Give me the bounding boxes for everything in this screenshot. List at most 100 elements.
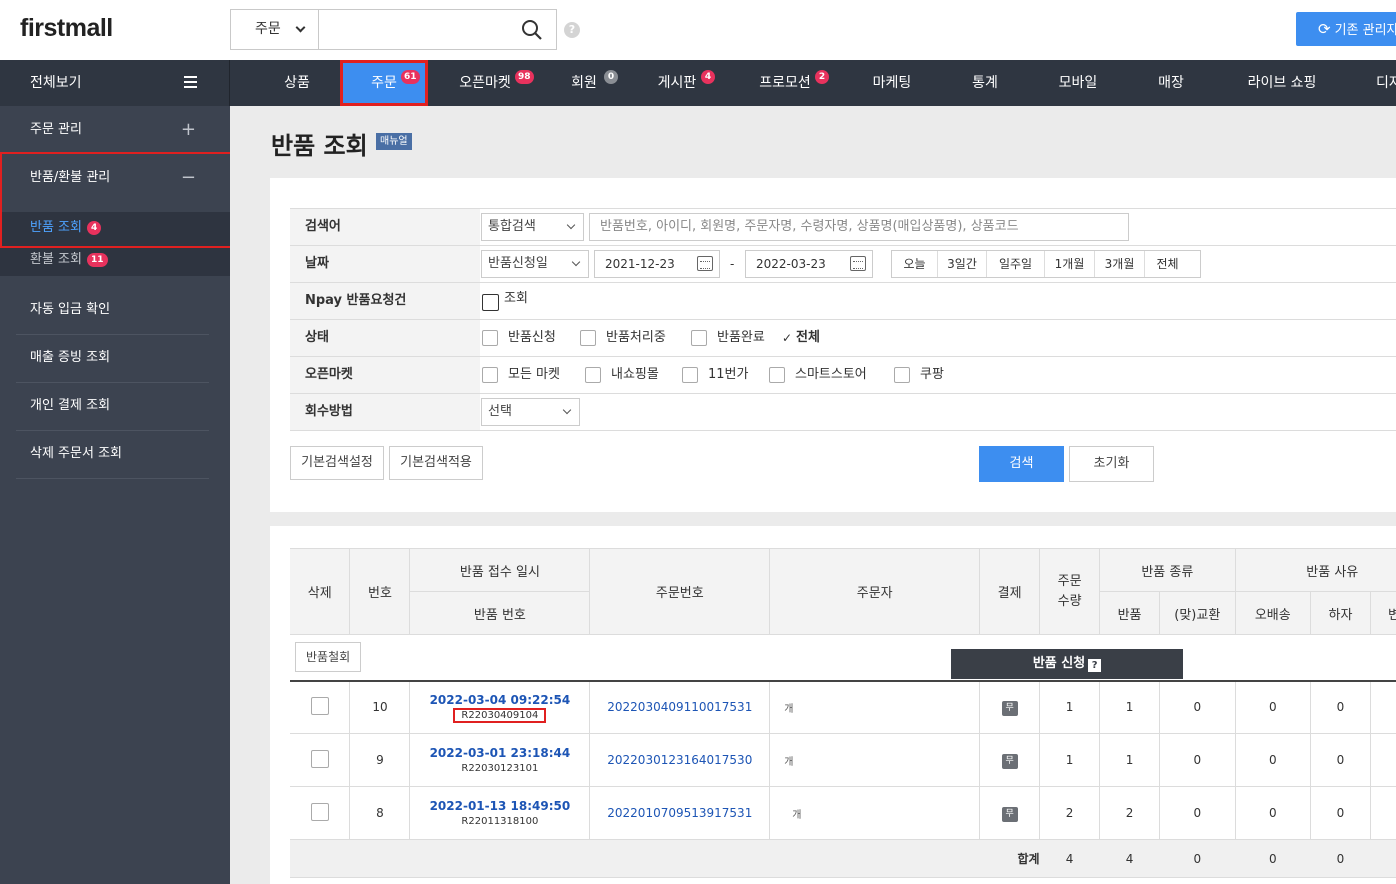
nav-badge: 61 [401, 70, 420, 84]
default-search-apply-button[interactable]: 기본검색적용 [389, 446, 483, 480]
order-number-link[interactable]: 2022030123164017530 [607, 753, 752, 767]
status-processing-checkbox[interactable] [580, 330, 596, 346]
withdraw-return-button[interactable]: 반품철회 [295, 642, 362, 672]
row-reason-wrong: 0 [1234, 786, 1311, 840]
keyword-type-select[interactable]: 통합검색 [481, 213, 584, 241]
row-checkbox[interactable] [310, 749, 329, 768]
date-from-input[interactable]: 2021-12-23 [594, 250, 720, 278]
search-scope-label: 주문 [255, 21, 281, 37]
method-select[interactable]: 선택 [481, 398, 580, 426]
status-done-checkbox[interactable] [691, 330, 707, 346]
return-datetime-link[interactable]: 2022-03-04 09:22:54 [410, 693, 589, 707]
nav-item-promotion[interactable]: 프로모션 2 [754, 60, 829, 106]
range-3months-button[interactable]: 3개월 [1094, 251, 1144, 277]
orderer-name[interactable]: 개 [784, 700, 793, 715]
range-1month-button[interactable]: 1개월 [1044, 251, 1094, 277]
keyword-type-value: 통합검색 [488, 219, 536, 234]
table-total-row: 합계 4 4 0 0 0 4 [290, 839, 1396, 878]
sidebar-item-personal-payment[interactable]: 개인 결제 조회 [0, 382, 230, 430]
default-search-setting-button[interactable]: 기본검색설정 [290, 446, 384, 480]
row-qty: 1 [1039, 733, 1100, 787]
switch-legacy-admin-button[interactable]: ⟳ 기존 관리자 [1296, 12, 1396, 46]
total-qty: 4 [1039, 839, 1100, 878]
search-scope-select[interactable]: 주문 [231, 10, 319, 49]
calendar-icon[interactable] [850, 256, 866, 271]
nav-all-label: 전체보기 [30, 75, 82, 91]
main-nav: 전체보기 상품 주문 61 오픈마켓 98 회원 0 게시판 4 프로모션 2 마케팅 통… [0, 60, 1396, 106]
market-option-label: 스마트스토어 [795, 367, 867, 382]
logo[interactable]: firstmall [20, 14, 113, 43]
sidebar-item-label: 매출 증빙 조회 [30, 350, 111, 365]
page-title: 반품 조회 [271, 132, 368, 160]
orderer-name[interactable]: 개 [792, 806, 801, 821]
market-coupang-checkbox[interactable] [894, 367, 910, 383]
main-content: 반품 조회 매뉴얼 검색어 통합검색 반품번호, 아이디, 회원명, 주문자명,… [230, 106, 1396, 884]
orderer-name[interactable]: 개 [784, 753, 793, 768]
reset-button[interactable]: 초기화 [1069, 446, 1154, 482]
market-option-label: 11번가 [708, 367, 749, 382]
date-type-select[interactable]: 반품신청일 [481, 250, 589, 278]
market-myshop-checkbox[interactable] [585, 367, 601, 383]
search-input[interactable] [321, 11, 511, 48]
return-datetime-link[interactable]: 2022-01-13 18:49:50 [410, 799, 589, 813]
nav-item-orders[interactable]: 주문 61 [340, 60, 428, 106]
row-reason-change: 1 [1369, 680, 1396, 734]
col-header-orderer: 주문자 [769, 548, 981, 635]
manual-link[interactable]: 매뉴얼 [376, 133, 412, 150]
order-number-link[interactable]: 2022010709513917531 [607, 806, 752, 820]
row-no: 8 [349, 786, 410, 840]
refresh-icon: ⟳ [1318, 20, 1331, 38]
date-to-input[interactable]: 2022-03-23 [745, 250, 873, 278]
sidebar-item-sales-evidence[interactable]: 매출 증빙 조회 [0, 334, 230, 382]
nav-item-members[interactable]: 회원 0 [562, 60, 618, 106]
check-icon[interactable]: ✓ [782, 320, 792, 356]
nav-item-label: 프로모션 [759, 75, 811, 91]
nav-item-openmarket[interactable]: 오픈마켓 98 [450, 60, 534, 106]
nav-item-mobile[interactable]: 모바일 [1048, 60, 1108, 106]
range-week-button[interactable]: 일주일 [986, 251, 1044, 277]
nav-item-store[interactable]: 매장 [1148, 60, 1194, 106]
sidebar-subitem-refund-list[interactable]: 환불 조회 11 [0, 244, 230, 276]
range-today-button[interactable]: 오늘 [892, 251, 937, 277]
row-checkbox[interactable] [310, 696, 329, 715]
table-row: 9 2022-03-01 23:18:44 R22030123101 202203… [290, 733, 1396, 787]
nav-item-stats[interactable]: 통계 [962, 60, 1008, 106]
nav-all-menu[interactable]: 전체보기 [0, 60, 230, 106]
nav-item-board[interactable]: 게시판 4 [652, 60, 715, 106]
nav-item-marketing[interactable]: 마케팅 [860, 60, 924, 106]
sidebar-item-deleted-orders[interactable]: 삭제 주문서 조회 [0, 430, 230, 478]
sidebar-item-label: 주문 관리 [30, 122, 82, 137]
row-checkbox[interactable] [310, 802, 329, 821]
result-panel: 삭제 번호 반품 접수 일시 주문번호 주문자 결제 주문 수량 반품 종류 반… [270, 526, 1396, 884]
help-icon[interactable]: ? [1088, 659, 1102, 672]
npay-checkbox[interactable] [482, 294, 499, 311]
sidebar-badge: 11 [86, 253, 108, 267]
payment-icon: 무 [1001, 700, 1018, 716]
sidebar: 주문 관리 + 반품/환불 관리 − 반품 조회 4 환불 조회 11 자동 입금 … [0, 106, 232, 884]
nav-item-products[interactable]: 상품 [262, 60, 332, 106]
keyword-input[interactable]: 반품번호, 아이디, 회원명, 주문자명, 수령자명, 상품명(매입상품명), … [589, 213, 1129, 241]
nav-item-live-shopping[interactable]: 라이브 쇼핑 [1236, 60, 1328, 106]
date-range-buttons: 오늘 3일간 일주일 1개월 3개월 전체 [891, 250, 1201, 278]
total-kind-exchange: 0 [1159, 839, 1236, 878]
return-datetime-link[interactable]: 2022-03-01 23:18:44 [410, 746, 589, 760]
market-option-label: 모든 마켓 [508, 367, 560, 382]
calendar-icon[interactable] [697, 256, 713, 271]
order-number-link[interactable]: 2022030409110017531 [607, 700, 752, 714]
search-button[interactable]: 검색 [979, 446, 1064, 482]
market-smartstore-checkbox[interactable] [769, 367, 785, 383]
status-requested-checkbox[interactable] [482, 330, 498, 346]
market-all-checkbox[interactable] [482, 367, 498, 383]
market-11st-checkbox[interactable] [682, 367, 698, 383]
row-received-cell: 2022-01-13 18:49:50 R22011318100 [409, 786, 590, 840]
row-pay-cell: 무 [979, 786, 1040, 840]
range-3days-button[interactable]: 3일간 [937, 251, 986, 277]
nav-item-design[interactable]: 디자 [1376, 60, 1396, 106]
sidebar-item-auto-deposit[interactable]: 자동 입금 확인 [0, 286, 230, 334]
help-icon[interactable]: ? [564, 22, 580, 38]
row-kind-exchange: 0 [1159, 680, 1236, 734]
sidebar-item-order-manage[interactable]: 주문 관리 + [0, 106, 230, 154]
return-table: 삭제 번호 반품 접수 일시 주문번호 주문자 결제 주문 수량 반품 종류 반… [290, 548, 1396, 878]
search-icon[interactable] [520, 18, 544, 42]
range-all-button[interactable]: 전체 [1144, 251, 1190, 277]
